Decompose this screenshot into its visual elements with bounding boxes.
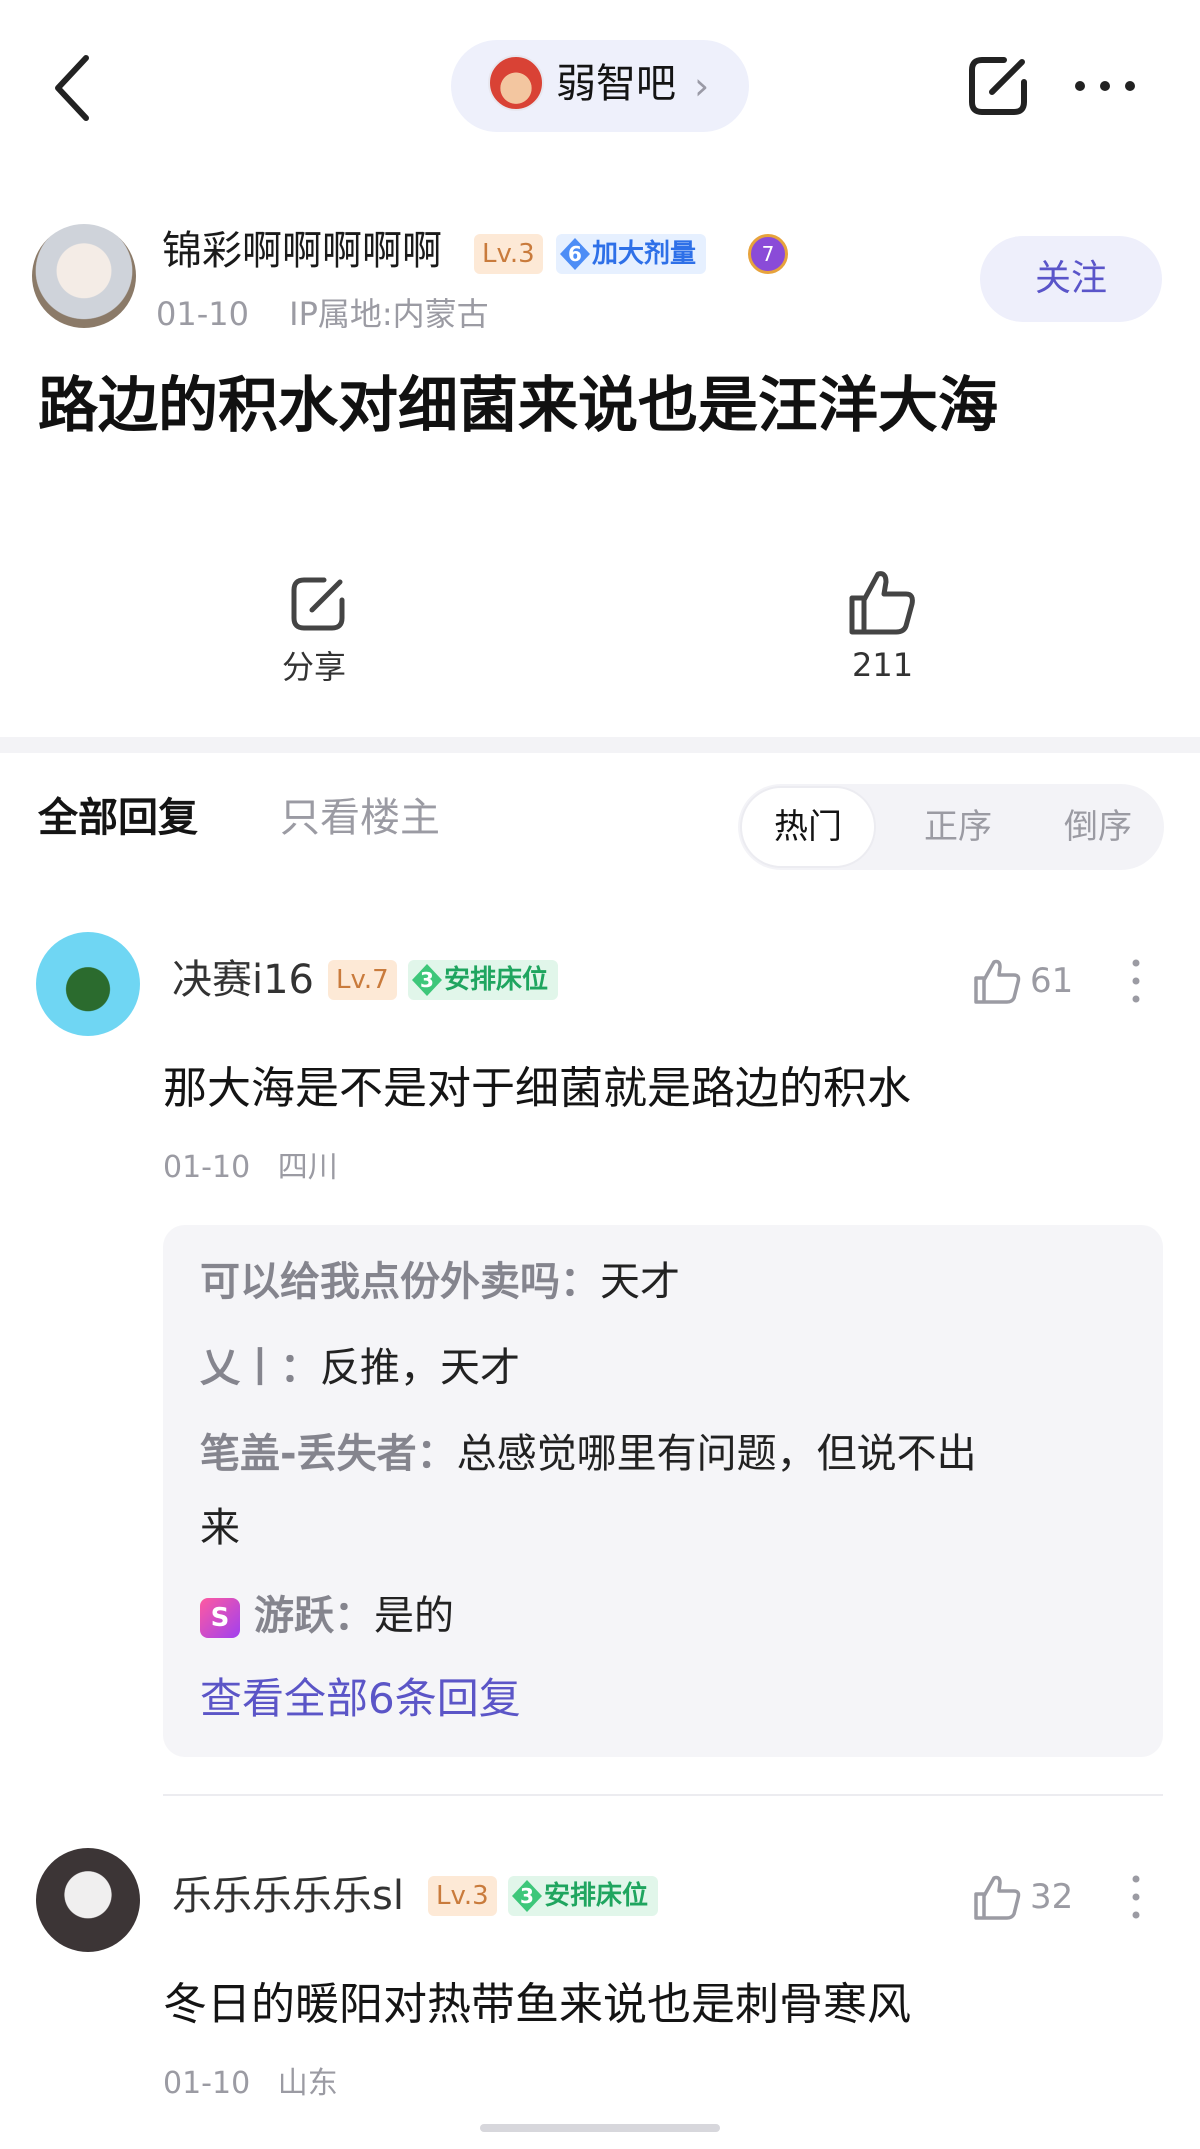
sub-reply-text: 天才 [600, 1259, 680, 1305]
title-level-num: 3 [512, 1880, 542, 1912]
more-vertical-icon[interactable] [1128, 956, 1144, 1006]
title-badge-label: 安排床位 [444, 965, 549, 995]
sub-reply: 乂丨：反推，天才 [200, 1345, 520, 1391]
comment-text: 那大海是不是对于细菌就是路边的积水 [163, 1063, 911, 1114]
sub-reply: 笔盖-丢失者：总感觉哪里有问题，但说不出 [200, 1431, 977, 1477]
sort-hot[interactable]: 热门 [740, 800, 876, 854]
like-count: 211 [852, 646, 914, 684]
sort-ascending[interactable]: 正序 [898, 800, 1018, 854]
ip-location: IP属地:内蒙古 [289, 295, 489, 333]
app-logo-icon: S [200, 1598, 240, 1638]
comment-like-count: 32 [1030, 1877, 1074, 1917]
tab-all-replies[interactable]: 全部回复 [38, 790, 198, 846]
sub-reply-user[interactable]: 可以给我点份外卖吗 [200, 1259, 560, 1305]
sub-reply: S 游跃：是的 [200, 1588, 454, 1644]
chevron-right-icon: › [694, 64, 710, 108]
thumbs-up-icon[interactable] [972, 956, 1022, 1006]
avatar[interactable] [36, 1848, 140, 1952]
thumbs-up-icon[interactable] [846, 566, 918, 638]
sub-reply-continued: 来 [200, 1505, 240, 1551]
more-vertical-icon[interactable] [1128, 1872, 1144, 1922]
title-badge: 6 加大剂量 [556, 234, 707, 274]
comment-username[interactable]: 乐乐乐乐乐sl [172, 1868, 404, 1924]
comment-date: 01-10 [163, 2066, 251, 2101]
sub-reply-text: 是的 [374, 1593, 454, 1639]
comment-location: 山东 [277, 2066, 338, 2101]
follow-button[interactable]: 关注 [980, 236, 1162, 322]
share-icon[interactable] [286, 572, 350, 636]
post-title: 路边的积水对细菌来说也是汪洋大海 [38, 371, 998, 441]
author-avatar[interactable] [32, 224, 136, 328]
sub-reply: 可以给我点份外卖吗：天才 [200, 1259, 680, 1305]
forum-name[interactable]: 弱智吧 [556, 56, 676, 112]
sub-reply-user[interactable]: 乂丨 [200, 1345, 280, 1391]
title-level-num: 6 [560, 238, 590, 270]
sort-descending[interactable]: 倒序 [1038, 800, 1158, 854]
post-date: 01-10 [156, 295, 249, 333]
home-indicator[interactable] [480, 2124, 720, 2132]
thumbs-up-icon[interactable] [972, 1872, 1022, 1922]
author-name[interactable]: 锦彩啊啊啊啊啊 [162, 226, 442, 276]
view-all-replies-link[interactable]: 查看全部6条回复 [200, 1670, 521, 1728]
title-badge-label: 安排床位 [544, 1881, 649, 1911]
comment-username[interactable]: 决赛i16 [172, 952, 314, 1008]
author-meta: 01-10 IP属地:内蒙古 [156, 292, 489, 336]
share-icon[interactable] [964, 52, 1032, 120]
medal-badge: 7 [748, 234, 788, 274]
level-badge: Lv.7 [328, 960, 397, 1000]
sub-reply-text: 反推，天才 [320, 1345, 520, 1391]
back-arrow-icon[interactable] [48, 52, 98, 124]
comment-meta: 01-10 四川 [163, 1146, 338, 1190]
section-divider [0, 737, 1200, 753]
more-icon[interactable] [1072, 66, 1138, 106]
level-badge: Lv.3 [474, 234, 543, 274]
share-label[interactable]: 分享 [282, 642, 346, 688]
sub-reply-user[interactable]: 笔盖-丢失者 [200, 1431, 417, 1477]
level-badge: Lv.3 [428, 1876, 497, 1916]
title-badge: 3 安排床位 [508, 1876, 659, 1916]
tab-op-only[interactable]: 只看楼主 [280, 790, 440, 846]
sub-reply-text: 总感觉哪里有问题，但说不出 [456, 1431, 977, 1477]
title-badge-label: 加大剂量 [592, 239, 697, 269]
comment-separator [163, 1794, 1163, 1796]
sub-reply-user[interactable]: 游跃 [254, 1593, 334, 1639]
comment-location: 四川 [277, 1150, 338, 1185]
comment-meta: 01-10 山东 [163, 2062, 338, 2106]
comment-like-count: 61 [1030, 961, 1074, 1001]
title-level-num: 3 [412, 964, 442, 996]
forum-avatar [488, 55, 544, 111]
title-badge: 3 安排床位 [408, 960, 559, 1000]
comment-date: 01-10 [163, 1150, 251, 1185]
comment-text: 冬日的暖阳对热带鱼来说也是刺骨寒风 [163, 1979, 911, 2030]
avatar[interactable] [36, 932, 140, 1036]
